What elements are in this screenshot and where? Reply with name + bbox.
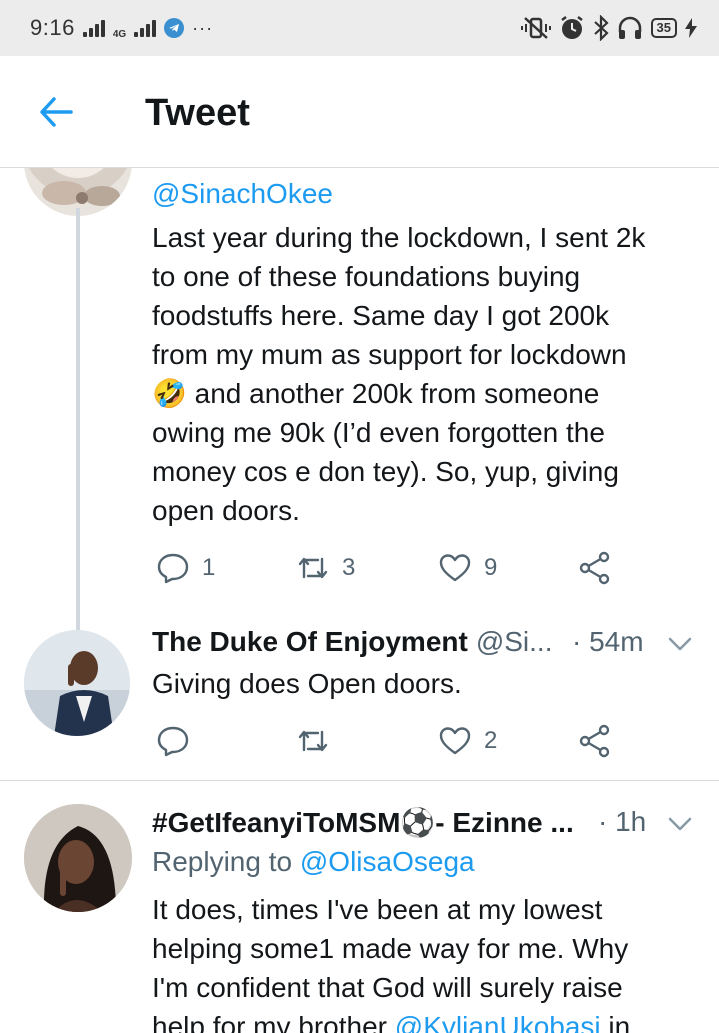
like-count: 2: [484, 727, 498, 754]
battery-icon: 35: [650, 18, 677, 38]
chevron-down-icon[interactable]: [666, 634, 694, 654]
retweet-count: 3: [342, 554, 356, 581]
tweet-text-line: help for my brother @KylianUkobasi in: [152, 1007, 692, 1033]
tweet-text-line: to one of these foundations buying: [152, 261, 581, 292]
tweet-text-line: helping some1 made way for me. Why: [152, 933, 629, 964]
heart-icon: [439, 554, 471, 582]
reply-icon: [157, 553, 189, 584]
tweet-text: It does, times I've been at my lowest he…: [152, 890, 692, 1033]
tweet-divider: [0, 780, 719, 781]
replying-to-handle[interactable]: @SinachOkee: [152, 174, 333, 213]
tweet-timestamp: · 54m: [572, 626, 644, 657]
tweet-text: Last year during the lockdown, I sent 2k…: [152, 218, 692, 530]
tweet-text-line: It does, times I've been at my lowest: [152, 894, 603, 925]
charging-icon: [685, 18, 697, 38]
share-icon: [579, 724, 610, 758]
mention-link[interactable]: @KylianUkobasi: [395, 1011, 601, 1033]
vibrate-mute-icon: [520, 17, 551, 39]
tweet-text: Giving does Open doors.: [152, 668, 462, 699]
tweet-text-line: owing me 90k (I’d even forgotten the: [152, 417, 605, 448]
replying-to-label: Replying to: [152, 846, 300, 877]
network-type-label: 4G: [112, 29, 127, 40]
reply-icon: [157, 726, 189, 757]
retweet-icon: [298, 730, 328, 752]
status-bar-left: 9:16 4G ···: [30, 15, 213, 41]
share-button[interactable]: [578, 551, 612, 585]
reply-button[interactable]: 1: [156, 551, 215, 585]
user-handle[interactable]: @Si...: [476, 626, 553, 658]
retweet-button[interactable]: [296, 724, 330, 758]
status-bar-right: 35: [520, 15, 697, 41]
tweet-text-line: I'm confident that God will surely raise: [152, 972, 623, 1003]
tweet-text-line: 🤣 and another 200k from someone: [152, 378, 600, 409]
like-count: 9: [484, 554, 498, 581]
signal-2-icon: [134, 19, 157, 37]
reply-button[interactable]: [156, 724, 190, 758]
back-arrow-icon[interactable]: [38, 94, 74, 130]
replying-to: Replying to @OlisaOsega: [152, 846, 475, 878]
status-bar: 9:16 4G ··· 35: [0, 0, 719, 56]
reply-count: 1: [202, 554, 216, 581]
headphones-icon: [618, 16, 641, 39]
app-header: Tweet: [0, 56, 719, 168]
retweet-icon: [298, 557, 328, 579]
tweet-thread[interactable]: @SinachOkee Last year during the lockdow…: [0, 168, 719, 1033]
alarm-icon: [560, 16, 583, 39]
telegram-icon: [164, 18, 185, 38]
tweet-text-line: foodstuffs here. Same day I got 200k: [152, 300, 610, 331]
display-name[interactable]: The Duke Of Enjoyment: [152, 626, 468, 658]
chevron-down-icon[interactable]: [666, 814, 694, 834]
page-title: Tweet: [145, 92, 250, 134]
more-notifications-icon: ···: [192, 17, 214, 38]
tweet-header: #GetIfeanyiToMSM⚽- Ezinne ...: [152, 806, 574, 839]
share-button[interactable]: [578, 724, 612, 758]
share-icon: [579, 551, 610, 585]
tweet-header: The Duke Of Enjoyment @Si...: [152, 626, 553, 658]
like-button[interactable]: 9: [438, 551, 497, 585]
avatar[interactable]: [24, 804, 132, 912]
tweet-timestamp: · 1h: [598, 806, 647, 837]
mention-link[interactable]: @SinachOkee: [152, 178, 333, 209]
avatar[interactable]: [24, 630, 130, 736]
thread-connector-line: [76, 208, 80, 668]
mention-link[interactable]: @OlisaOsega: [300, 846, 475, 877]
signal-icon: [82, 19, 105, 37]
tweet-text-line: open doors.: [152, 495, 300, 526]
heart-icon: [439, 727, 471, 755]
tweet-text-fragment: in: [600, 1011, 631, 1033]
bluetooth-icon: [593, 15, 609, 41]
retweet-button[interactable]: 3: [296, 551, 355, 585]
status-time: 9:16: [30, 15, 75, 40]
tweet-text-line: Last year during the lockdown, I sent 2k: [152, 222, 646, 253]
display-name[interactable]: #GetIfeanyiToMSM⚽- Ezinne ...: [152, 806, 574, 839]
tweet-text-line: money cos e don tey). So, yup, giving: [152, 456, 619, 487]
like-button[interactable]: 2: [438, 724, 497, 758]
tweet-text-line: from my mum as support for lockdown: [152, 339, 627, 370]
tweet-text-fragment: help for my brother: [152, 1011, 395, 1033]
